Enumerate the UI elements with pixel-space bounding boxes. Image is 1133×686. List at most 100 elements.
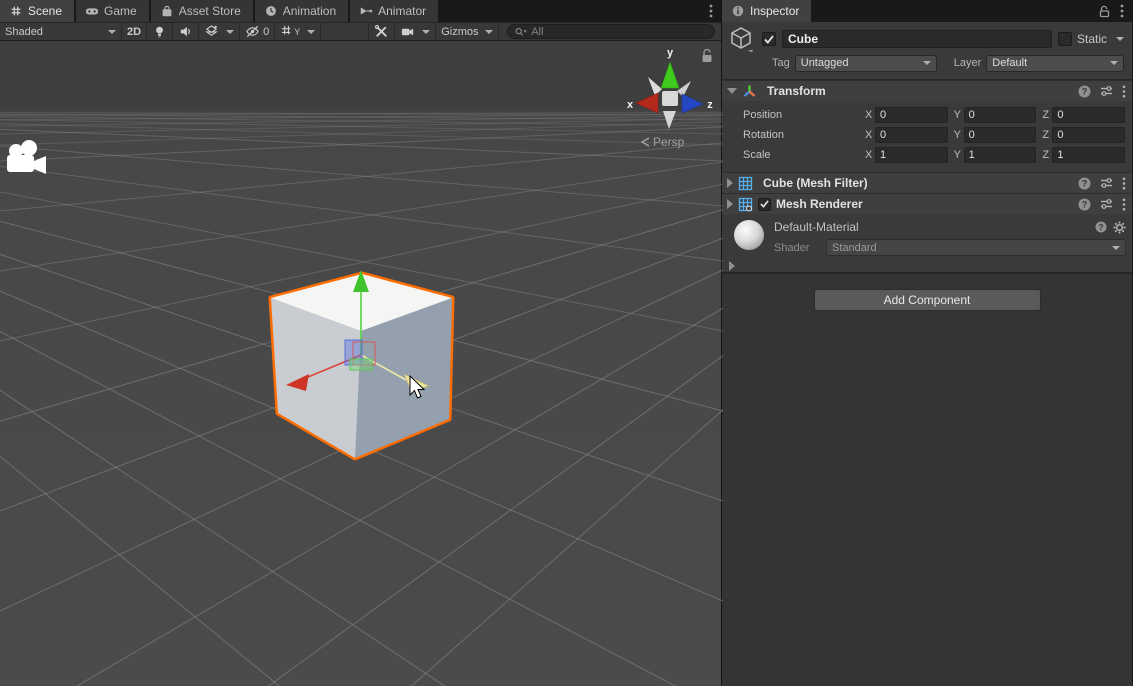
rotation-x-field[interactable]: 0 xyxy=(875,127,948,143)
scene-lock-icon[interactable] xyxy=(703,50,712,63)
tab-scene[interactable]: Scene xyxy=(0,0,74,22)
component-tools-button[interactable] xyxy=(369,22,395,41)
effects-layers-icon xyxy=(204,24,219,39)
inspector-menu-icon[interactable] xyxy=(1120,4,1124,18)
mesh-filter-menu-icon[interactable] xyxy=(1122,177,1126,190)
rotation-z-field[interactable]: 0 xyxy=(1052,127,1125,143)
position-z-field[interactable]: 0 xyxy=(1052,107,1125,123)
shader-dropdown[interactable]: Standard xyxy=(826,239,1126,256)
mesh-filter-header[interactable]: Cube (Mesh Filter) ? xyxy=(722,172,1132,193)
tab-animation-label: Animation xyxy=(283,4,336,18)
material-block: Default-Material ? Shader xyxy=(722,214,1132,260)
clock-icon xyxy=(264,4,278,18)
neg-axis-cone xyxy=(648,77,662,96)
position-y-field[interactable]: 0 xyxy=(964,107,1037,123)
layer-label: Layer xyxy=(954,57,982,69)
layer-dropdown[interactable]: Default xyxy=(986,55,1124,72)
chevron-down-icon xyxy=(1110,61,1118,65)
mesh-renderer-menu-icon[interactable] xyxy=(1122,198,1126,211)
scene-lighting-button[interactable] xyxy=(147,22,173,41)
active-checkbox[interactable] xyxy=(762,32,776,46)
shader-value: Standard xyxy=(832,242,877,254)
inspector-footer: Add Component xyxy=(722,272,1132,686)
presets-icon[interactable] xyxy=(1100,177,1113,189)
rotation-label: Rotation xyxy=(727,129,865,141)
scale-z-field[interactable]: 1 xyxy=(1052,147,1125,163)
tag-dropdown[interactable]: Untagged xyxy=(795,55,937,72)
add-component-button[interactable]: Add Component xyxy=(814,289,1041,311)
static-dropdown-icon[interactable] xyxy=(1116,37,1124,41)
toggle-2d-button[interactable]: 2D xyxy=(122,22,147,41)
gear-icon[interactable] xyxy=(1113,221,1126,234)
shopping-bag-icon xyxy=(160,4,174,18)
tab-animation[interactable]: Animation xyxy=(255,0,348,22)
toolbar-blank-segment xyxy=(321,22,369,41)
static-label: Static xyxy=(1077,32,1107,46)
y-axis-cone[interactable] xyxy=(661,62,679,88)
gameobject-name-field[interactable]: Cube xyxy=(782,30,1052,48)
tab-inspector[interactable]: Inspector xyxy=(722,0,811,22)
scene-grid-icon xyxy=(9,4,23,18)
help-icon[interactable]: ? xyxy=(1078,85,1091,98)
scale-label: Scale xyxy=(727,149,865,161)
scene-camera-settings-button[interactable] xyxy=(395,22,436,41)
gizmos-dropdown[interactable]: Gizmos xyxy=(436,22,499,41)
tab-inspector-label: Inspector xyxy=(750,4,799,18)
xz-plane-handle[interactable] xyxy=(350,359,372,370)
foldout-closed-icon xyxy=(729,261,735,271)
transform-menu-icon[interactable] xyxy=(1122,85,1126,98)
transform-header[interactable]: Transform ? xyxy=(722,80,1132,101)
mesh-renderer-enabled-checkbox[interactable] xyxy=(758,198,771,211)
mesh-renderer-header[interactable]: Mesh Renderer ? xyxy=(722,193,1132,214)
transform-title: Transform xyxy=(767,84,826,98)
material-foldout[interactable] xyxy=(722,260,1132,272)
mesh-filter-title: Cube (Mesh Filter) xyxy=(763,176,868,190)
scale-y-field[interactable]: 1 xyxy=(964,147,1037,163)
help-icon[interactable]: ? xyxy=(1095,221,1107,233)
position-label: Position xyxy=(727,109,865,121)
position-x-field[interactable]: 0 xyxy=(875,107,948,123)
svg-text:?: ? xyxy=(1082,178,1088,188)
animator-flow-icon xyxy=(359,4,373,18)
search-input[interactable] xyxy=(531,26,708,38)
gameobject-cube-icon[interactable] xyxy=(726,26,756,52)
x-axis-cone[interactable] xyxy=(636,93,658,113)
chevron-down-icon xyxy=(108,30,116,34)
gizmo-center-cube[interactable] xyxy=(662,91,678,106)
z-axis-cone[interactable] xyxy=(682,94,703,113)
inspector-tabbar: Inspector xyxy=(722,0,1132,22)
rotation-y-field[interactable]: 0 xyxy=(964,127,1037,143)
gamepad-icon xyxy=(85,4,99,18)
tab-asset-store[interactable]: Asset Store xyxy=(151,0,253,22)
scene-tabbar-menu-icon[interactable] xyxy=(701,0,721,22)
foldout-closed-icon[interactable] xyxy=(727,199,733,209)
scene-search[interactable] xyxy=(507,24,715,39)
material-preview-sphere[interactable] xyxy=(734,220,764,250)
tools-wrench-icon xyxy=(374,24,389,39)
help-icon[interactable]: ? xyxy=(1078,198,1091,211)
grid-visibility-button[interactable]: Y xyxy=(275,22,321,41)
scale-x-field[interactable]: 1 xyxy=(875,147,948,163)
scene-effects-button[interactable] xyxy=(199,22,240,41)
persp-chevron-icon xyxy=(642,138,649,146)
presets-icon[interactable] xyxy=(1100,198,1113,210)
scene-audio-button[interactable] xyxy=(173,22,199,41)
camera-gizmo-icon[interactable] xyxy=(7,140,46,174)
tab-animator-label: Animator xyxy=(378,4,426,18)
tab-animator[interactable]: Animator xyxy=(350,0,438,22)
static-checkbox[interactable] xyxy=(1058,32,1072,46)
draw-mode-dropdown[interactable]: Shaded xyxy=(0,22,122,41)
help-icon[interactable]: ? xyxy=(1078,177,1091,190)
foldout-closed-icon[interactable] xyxy=(727,178,733,188)
presets-icon[interactable] xyxy=(1100,85,1113,97)
gameobject-name: Cube xyxy=(788,32,818,46)
tab-scene-label: Scene xyxy=(28,4,62,18)
scene-viewport[interactable]: y x z Persp xyxy=(0,41,721,686)
grid-axis-label: Y xyxy=(294,27,300,37)
axis-x-label: x xyxy=(627,99,634,111)
foldout-open-icon[interactable] xyxy=(727,88,737,94)
tab-game[interactable]: Game xyxy=(76,0,149,22)
persp-toggle[interactable]: Persp xyxy=(642,135,685,149)
inspector-lock-icon[interactable] xyxy=(1099,5,1110,18)
scene-visibility-button[interactable]: 0 xyxy=(240,22,275,41)
